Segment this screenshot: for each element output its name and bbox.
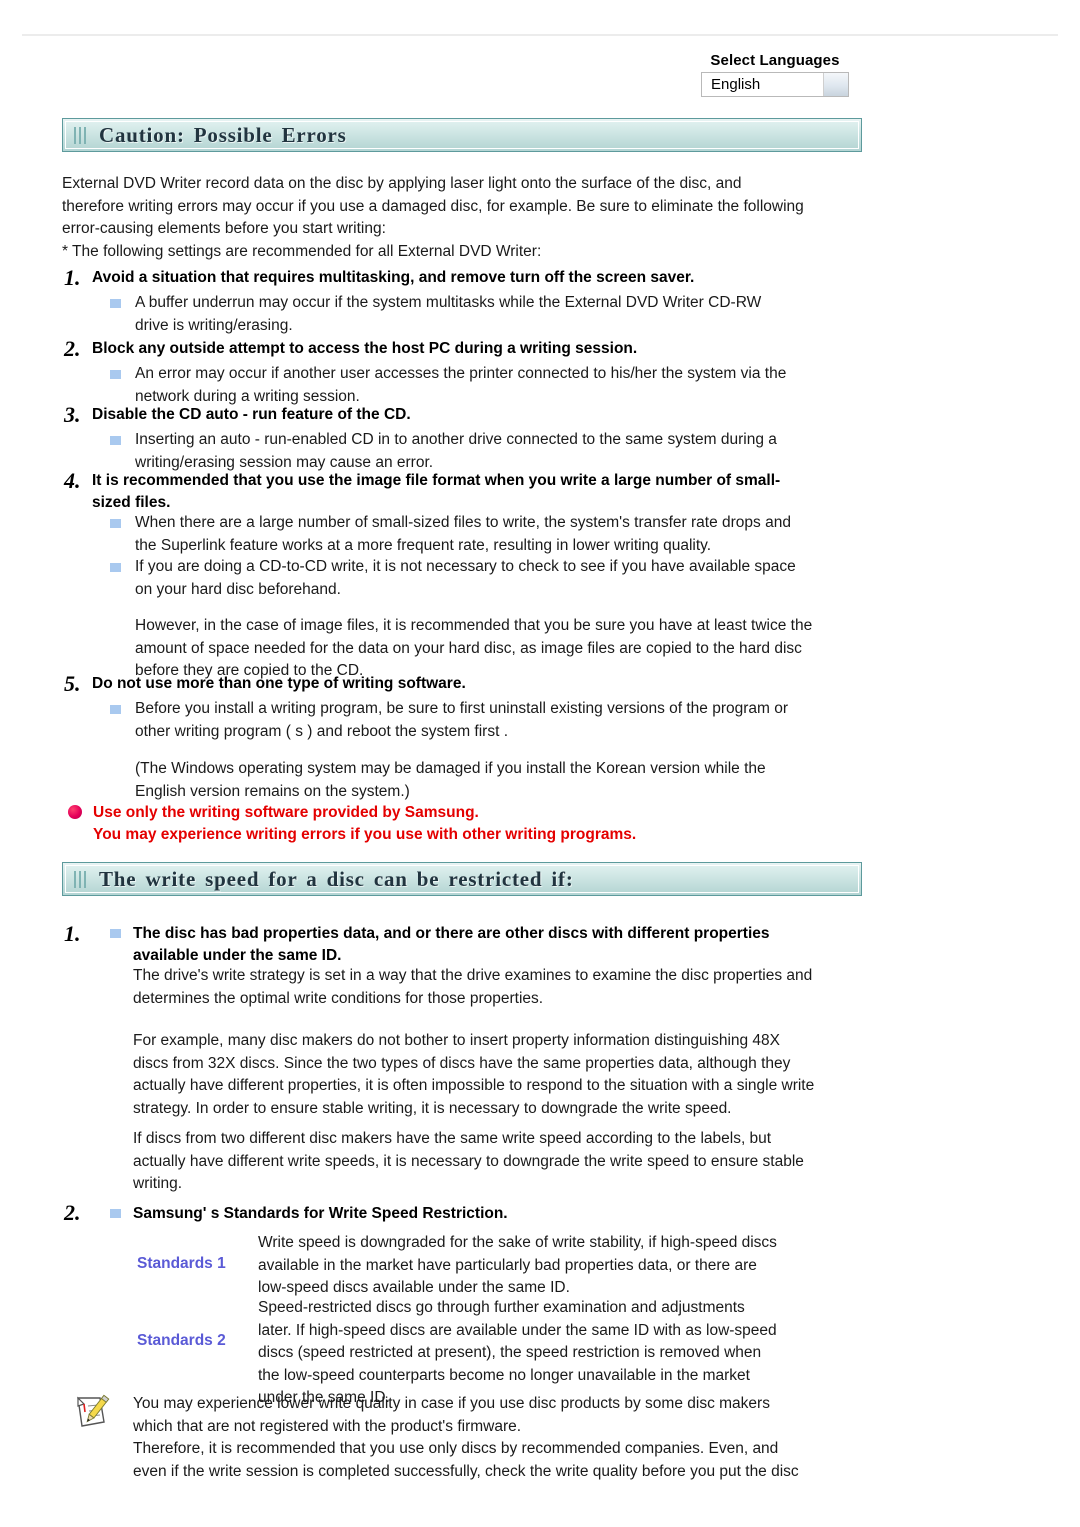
- warning-text: Use only the writing software provided b…: [93, 802, 883, 846]
- standards-2-label: Standards 2: [137, 1332, 226, 1349]
- ws-item-1-heading: The disc has bad properties data, and or…: [133, 925, 770, 964]
- item-number-3: 3.: [64, 402, 81, 427]
- ws-item-2-heading: Samsung' s Standards for Write Speed Res…: [133, 1205, 508, 1222]
- bullet-square-icon: [110, 1209, 121, 1218]
- bullet-square-icon: [110, 299, 121, 308]
- warning-line-1: Use only the writing software provided b…: [93, 804, 479, 821]
- caution-intro-line-4: * The following settings are recommended…: [62, 242, 542, 260]
- note-pencil-icon: [70, 1392, 112, 1434]
- item-2-heading: Block any outside attempt to access the …: [92, 340, 638, 357]
- item-1-heading: Avoid a situation that requires multitas…: [92, 269, 695, 286]
- footnote-text: You may experience lower write quality i…: [133, 1395, 799, 1480]
- language-selector-block: Select Languages English: [610, 52, 940, 97]
- section-title-write-speed: The write speed for a disc can be restri…: [99, 866, 574, 891]
- item-5-bullet-1: Before you install a writing program, be…: [135, 700, 789, 740]
- warning-line-2: You may experience writing errors if you…: [93, 826, 637, 843]
- ws-item-number-1: 1.: [64, 921, 81, 946]
- item-number-2: 2.: [64, 336, 81, 361]
- select-languages-label: Select Languages: [710, 52, 840, 69]
- item-4-bullet-1: When there are a large number of small-s…: [135, 514, 791, 554]
- item-5-heading: Do not use more than one type of writing…: [92, 675, 466, 692]
- bullet-square-icon: [110, 519, 121, 528]
- bullet-square-icon: [110, 929, 121, 938]
- ws-item-number-2: 2.: [64, 1200, 81, 1225]
- language-dropdown-value: English: [711, 76, 761, 93]
- bars-icon: [74, 870, 89, 888]
- section-header-caution: Caution: Possible Errors: [62, 118, 862, 152]
- standards-1-label: Standards 1: [137, 1255, 226, 1272]
- bullet-square-icon: [110, 705, 121, 714]
- language-dropdown[interactable]: English: [701, 72, 849, 97]
- document-page: Select Languages English Caution: Possib…: [0, 0, 1080, 1527]
- standards-1-text: Write speed is downgraded for the sake o…: [258, 1234, 777, 1296]
- ws-item-1-para-1: The drive's write strategy is set in a w…: [133, 967, 813, 1007]
- top-divider: [22, 34, 1058, 36]
- bullet-square-icon: [110, 563, 121, 572]
- caution-intro: External DVD Writer record data on the d…: [62, 173, 862, 263]
- caution-intro-line-3: error-causing elements before you start …: [62, 220, 386, 237]
- item-2-bullet-1: An error may occur if another user acces…: [135, 365, 787, 405]
- bullet-square-icon: [110, 436, 121, 445]
- ws-item-1-para-3: If discs from two different disc makers …: [133, 1130, 804, 1192]
- item-number-5: 5.: [64, 671, 81, 696]
- section-title-caution: Caution: Possible Errors: [99, 122, 347, 147]
- item-3-heading: Disable the CD auto - run feature of the…: [92, 406, 411, 423]
- section-header-write-speed: The write speed for a disc can be restri…: [62, 862, 862, 896]
- item-5-note: (The Windows operating system may be dam…: [135, 760, 766, 800]
- warning-dot-icon: [68, 805, 82, 819]
- caution-intro-line-2: therefore writing errors may occur if yo…: [62, 197, 804, 215]
- item-number-1: 1.: [64, 265, 81, 290]
- bullet-square-icon: [110, 370, 121, 379]
- item-4-heading: It is recommended that you use the image…: [92, 472, 781, 511]
- item-4-bullet-2: If you are doing a CD-to-CD write, it is…: [135, 558, 796, 598]
- item-3-bullet-1: Inserting an auto - run-enabled CD in to…: [135, 431, 777, 471]
- ws-item-1-para-2: For example, many disc makers do not bot…: [133, 1032, 815, 1117]
- item-1-bullet-1: A buffer underrun may occur if the syste…: [135, 294, 762, 334]
- chevron-down-icon[interactable]: [823, 73, 848, 96]
- item-number-4: 4.: [64, 468, 81, 493]
- caution-intro-line-1: External DVD Writer record data on the d…: [62, 175, 742, 192]
- bars-icon: [74, 126, 89, 144]
